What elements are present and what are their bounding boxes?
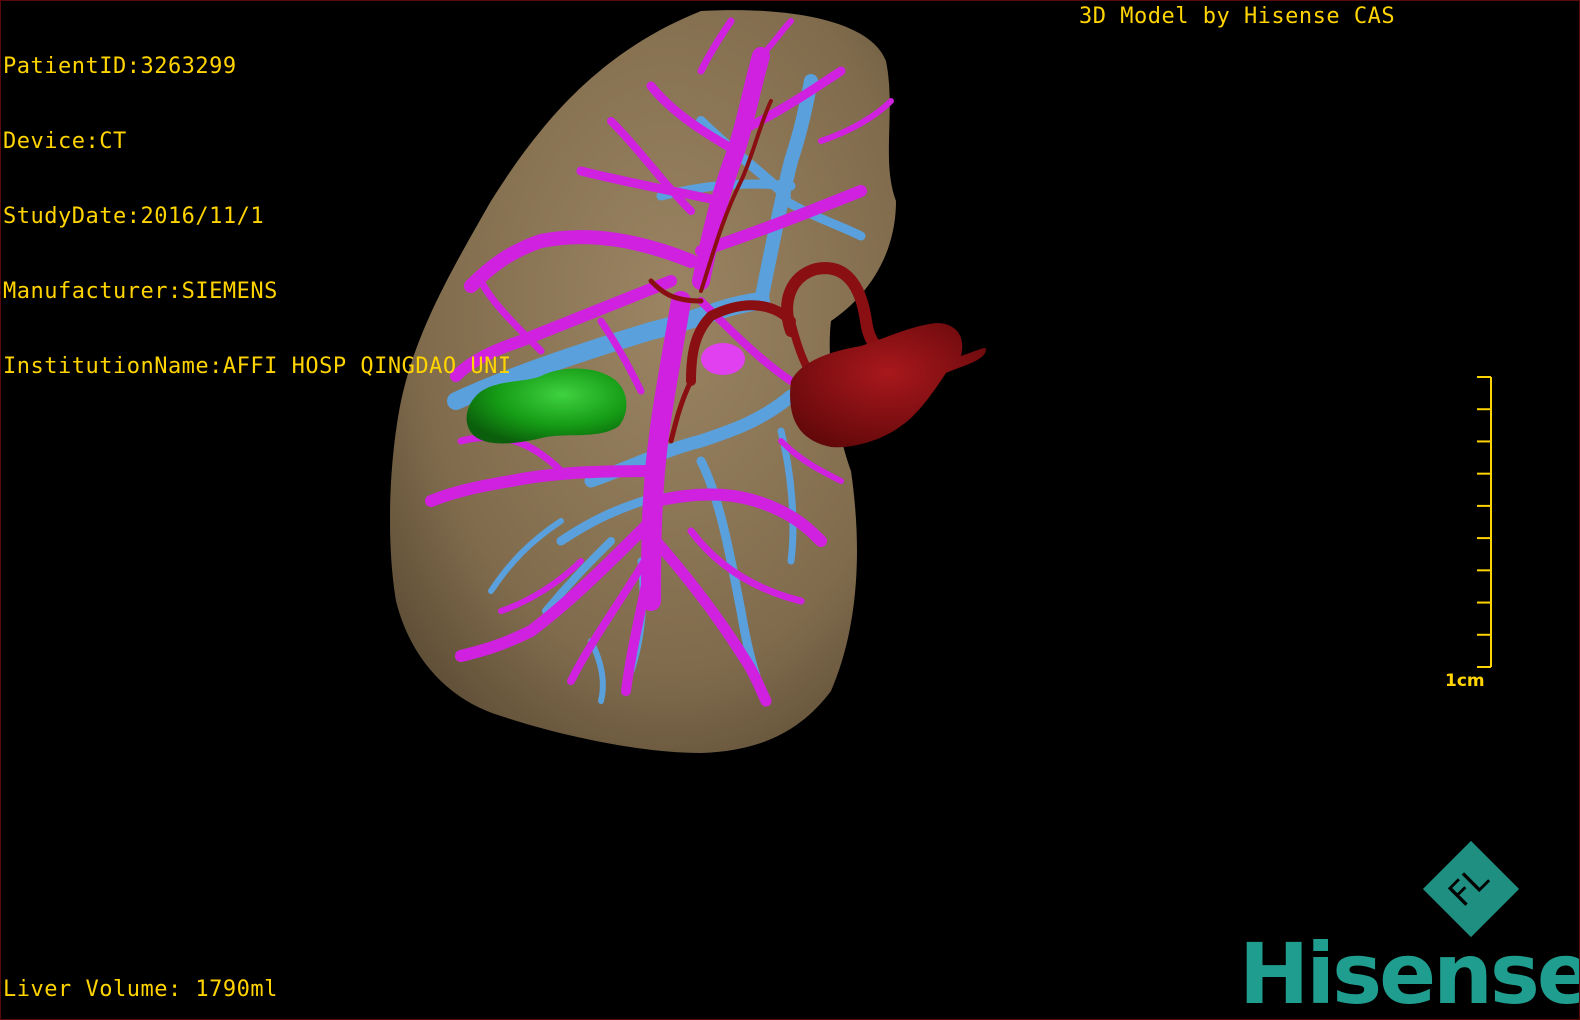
scale-bar <box>1477 376 1492 668</box>
portal-confluence <box>701 343 745 375</box>
hisense-logo-text: Hisense <box>1239 925 1580 1020</box>
model-credit: 3D Model by Hisense CAS <box>1079 4 1396 29</box>
liver-volume: Liver Volume: 1790ml <box>3 977 278 1002</box>
3d-viewer[interactable]: PatientID:3263299 Device:CT StudyDate:20… <box>0 0 1580 1020</box>
dicom-info-overlay: PatientID:3263299 Device:CT StudyDate:20… <box>3 4 512 429</box>
patient-id: PatientID:3263299 <box>3 54 237 79</box>
manufacturer: Manufacturer:SIEMENS <box>3 279 278 304</box>
institution-name: InstitutionName:AFFI HOSP QINGDAO UNI <box>3 354 512 379</box>
device: Device:CT <box>3 129 127 154</box>
study-date: StudyDate:2016/11/1 <box>3 204 265 229</box>
scale-label: 1cm <box>1445 671 1485 691</box>
